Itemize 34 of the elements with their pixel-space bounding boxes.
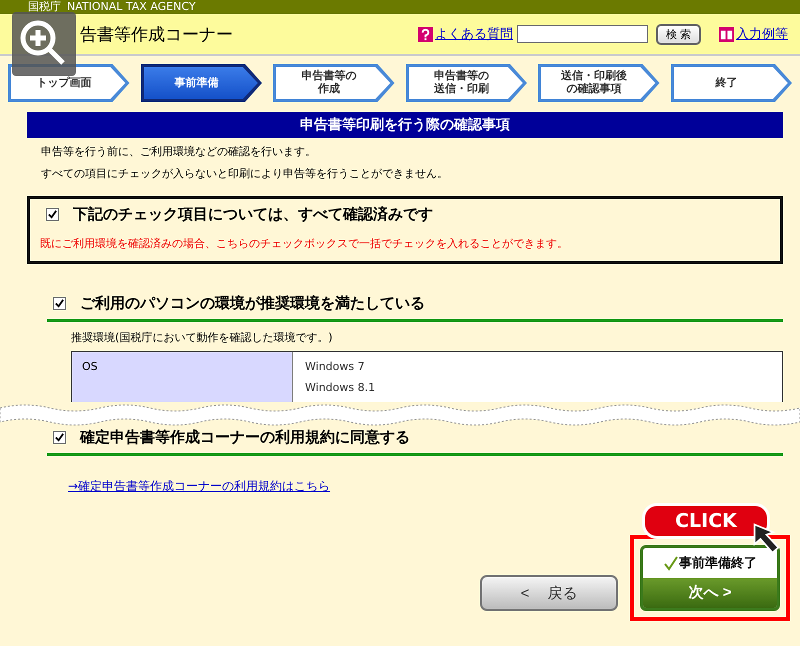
input-examples-link[interactable]: 入力例等 [736, 25, 788, 43]
intro-text: すべての項目にチェックが入らないと印刷により申告等を行うことができません。 [41, 166, 449, 182]
table-cell: OS [72, 352, 293, 402]
checkbox[interactable] [53, 297, 66, 310]
faq-link[interactable]: よくある質問 [434, 25, 513, 43]
page-title: 告書等作成コーナー [80, 24, 233, 46]
environment-caption: 推奨環境(国税庁において動作を確認した環境です。) [71, 330, 334, 345]
step-tab[interactable]: 申告書等の 作成 [273, 64, 394, 102]
back-button[interactable]: < 戻る [480, 575, 618, 611]
checkbox-label: ご利用のパソコンの環境が推奨環境を満たしている [80, 294, 425, 313]
question-icon [418, 26, 433, 42]
book-icon [719, 26, 734, 42]
checkbox-label: 確定申告書等作成コーナーの利用規約に同意する [80, 428, 410, 447]
step-tab[interactable]: 申告書等の 送信・印刷 [406, 64, 527, 102]
note-text: 既にご利用環境を確認済みの場合、こちらのチェックボックスで一括でチェックを入れることができます。 [40, 236, 569, 251]
check-mark-icon [663, 555, 679, 571]
agency-english-name: NATIONAL TAX AGENCY [67, 0, 196, 14]
step-tab[interactable]: 送信・印刷後 の確認事項 [538, 64, 660, 102]
intro-text: 申告等を行う前に、ご利用環境などの確認を行います。 [41, 144, 317, 160]
next-button[interactable]: 事前準備終了 次へ > [640, 545, 780, 611]
checkbox[interactable] [46, 208, 59, 221]
checkbox-label: 下記のチェック項目については、すべて確認済みです [73, 205, 433, 224]
search-field[interactable] [516, 25, 648, 43]
click-badge: CLICK [645, 506, 767, 536]
section-title: 申告書等印刷を行う際の確認事項 [27, 112, 783, 138]
step-tab[interactable]: 終了 [670, 64, 792, 102]
table-cell-text: Windows 7 [305, 359, 366, 375]
search-button[interactable]: 検 索 [656, 24, 701, 44]
terms-link[interactable]: →確定申告書等作成コーナーの利用規約はこちら [68, 478, 330, 495]
table-cell-text: Windows 8.1 [305, 380, 376, 396]
step-tab[interactable]: 事前準備 [140, 64, 262, 102]
agency-name: 国税庁 [28, 0, 61, 14]
zoom-in-icon[interactable] [12, 12, 76, 76]
checkbox[interactable] [53, 431, 66, 444]
